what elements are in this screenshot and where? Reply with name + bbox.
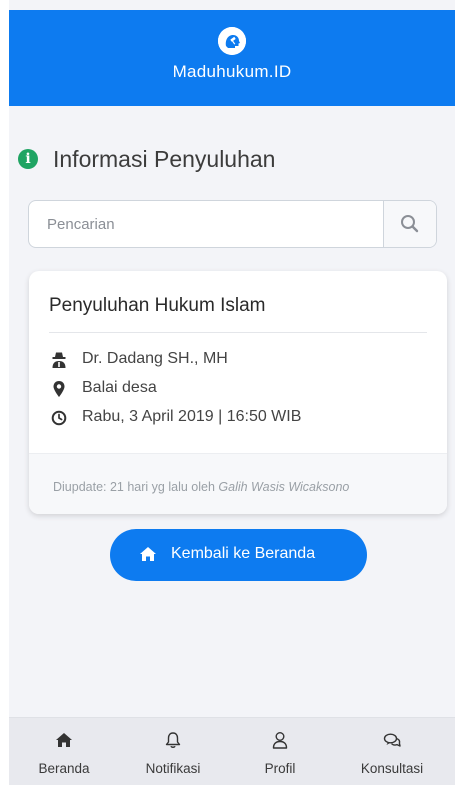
home-icon <box>140 547 156 561</box>
app-header: Maduhukum.ID <box>9 10 455 106</box>
user-icon <box>272 732 288 749</box>
nav-label: Notifikasi <box>145 761 201 776</box>
bell-icon <box>165 732 181 748</box>
updated-author: Galih Wasis Wicaksono <box>218 480 350 494</box>
nav-label: Profil <box>264 761 296 776</box>
bottom-nav: Beranda Notifikasi Profil Konsultasi <box>9 717 455 785</box>
chat-icon <box>383 733 401 747</box>
event-title: Penyuluhan Hukum Islam <box>49 295 266 316</box>
search-bar <box>28 200 437 248</box>
search-icon <box>401 215 419 233</box>
card-divider <box>49 332 427 333</box>
page-title: Informasi Penyuluhan <box>53 146 276 172</box>
logo-icon <box>218 27 246 55</box>
search-input[interactable] <box>29 201 374 247</box>
search-button[interactable] <box>383 201 436 247</box>
nav-konsultasi[interactable]: Konsultasi <box>342 718 442 785</box>
location-text: Balai desa <box>82 379 157 396</box>
app-screen: Maduhukum.ID i Informasi Penyuluhan Peny… <box>9 0 455 785</box>
updated-prefix: Diupdate: 21 hari yg lalu oleh <box>53 480 219 494</box>
back-home-label: Kembali ke Beranda <box>171 545 316 562</box>
nav-beranda[interactable]: Beranda <box>14 718 114 785</box>
nav-label: Konsultasi <box>360 761 424 776</box>
event-card[interactable]: Penyuluhan Hukum Islam Dr. Dadang SH., M… <box>29 271 447 514</box>
speaker-name: Dr. Dadang SH., MH <box>82 350 228 367</box>
updated-info: Diupdate: 21 hari yg lalu oleh Galih Was… <box>53 480 349 494</box>
map-marker-icon <box>53 381 65 397</box>
back-home-button[interactable]: Kembali ke Beranda <box>110 529 367 581</box>
info-icon: i <box>18 149 38 169</box>
home-icon <box>56 733 72 747</box>
nav-profil[interactable]: Profil <box>230 718 330 785</box>
clock-icon <box>51 410 67 426</box>
datetime-text: Rabu, 3 April 2019 | 16:50 WIB <box>82 408 302 425</box>
nav-label: Beranda <box>38 761 90 776</box>
app-title: Maduhukum.ID <box>172 62 292 81</box>
card-footer: Diupdate: 21 hari yg lalu oleh Galih Was… <box>29 453 447 514</box>
speaker-icon <box>52 352 66 368</box>
nav-notifikasi[interactable]: Notifikasi <box>123 718 223 785</box>
